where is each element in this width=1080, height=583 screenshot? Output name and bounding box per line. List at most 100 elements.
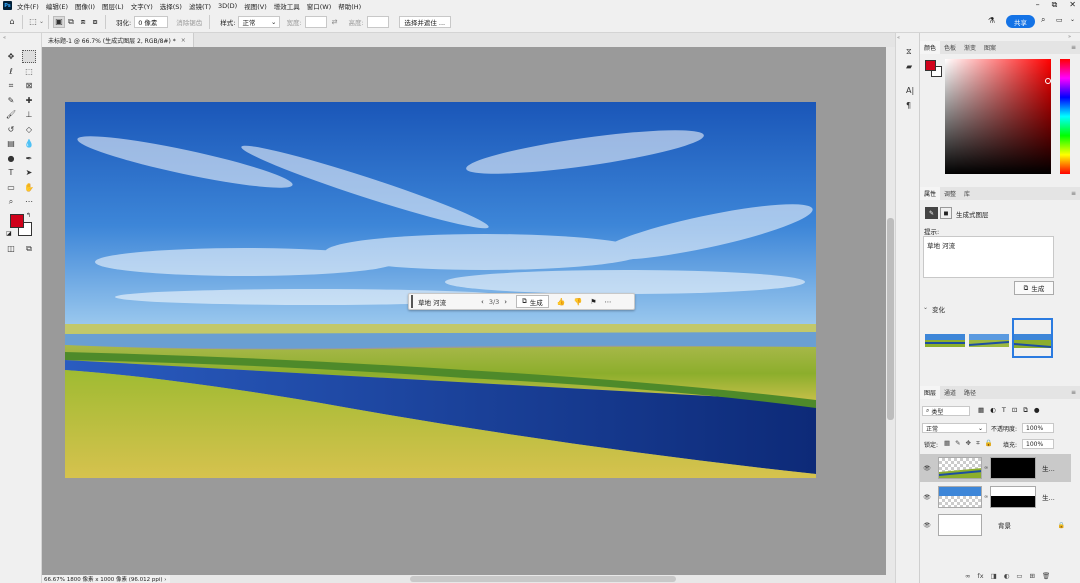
hue-slider[interactable]	[1060, 59, 1070, 174]
healing-brush-icon[interactable]: ✚	[22, 94, 36, 107]
lasso-tool-icon[interactable]: ℓ	[4, 65, 18, 78]
share-button[interactable]: 共享	[1006, 15, 1035, 28]
menu-plugins[interactable]: 增效工具	[274, 1, 300, 11]
new-layer-icon[interactable]: ⊞	[1030, 572, 1035, 580]
pen-tool-icon[interactable]: ✒	[22, 152, 36, 165]
thumbs-up-icon[interactable]: 👍	[557, 298, 566, 306]
link-icon[interactable]: ∞	[984, 465, 988, 471]
filter-toggle-icon[interactable]: ●	[1034, 406, 1040, 415]
height-input[interactable]	[366, 15, 389, 28]
layer-mask-thumbnail[interactable]	[990, 457, 1037, 479]
layer-row-background[interactable]: 👁 背景 🔒	[920, 511, 1071, 539]
photoshop-logo[interactable]: Ps	[3, 1, 12, 10]
subtract-selection-icon[interactable]: ⧈	[77, 16, 89, 28]
flag-icon[interactable]: ⚑	[590, 298, 596, 306]
swap-icon[interactable]: ⇄	[332, 18, 338, 26]
minimize-icon[interactable]: –	[1036, 0, 1040, 10]
color-picker-cursor[interactable]	[1045, 78, 1051, 84]
flask-icon[interactable]: ⚗	[988, 16, 995, 25]
eraser-icon[interactable]: ◇	[22, 123, 36, 136]
paragraph-icon[interactable]: ¶	[906, 101, 911, 110]
zoom-tool-icon[interactable]: ⌕	[4, 195, 18, 208]
menu-3d[interactable]: 3D(D)	[218, 2, 237, 10]
visibility-eye-icon[interactable]: 👁	[920, 465, 934, 472]
menu-edit[interactable]: 编辑(E)	[46, 1, 68, 11]
select-and-mask-button[interactable]: 选择并遮住 ...	[398, 15, 451, 28]
layer-row-generative-2[interactable]: 👁 ∞ 生...	[920, 454, 1071, 482]
path-select-icon[interactable]: ➤	[22, 166, 36, 179]
trash-icon[interactable]: 🗑	[1042, 572, 1050, 580]
tab-swatches[interactable]: 色板	[940, 43, 960, 52]
menu-layer[interactable]: 图层(L)	[102, 1, 124, 11]
thumbs-down-icon[interactable]: 👎	[573, 298, 582, 306]
foreground-color-swatch[interactable]	[10, 214, 24, 228]
lock-all-icon[interactable]: 🔒	[985, 439, 993, 448]
visibility-eye-icon[interactable]: 👁	[920, 494, 934, 501]
tab-paths[interactable]: 路径	[960, 388, 980, 397]
marquee-tool-preset-icon[interactable]: ⬚	[27, 16, 39, 28]
lock-position-icon[interactable]: ✥	[966, 439, 971, 448]
lock-artboard-icon[interactable]: ⌗	[976, 439, 980, 448]
layer-mask-thumbnail[interactable]	[990, 486, 1037, 508]
visibility-eye-icon[interactable]: 👁	[920, 522, 934, 529]
adjustment-icon[interactable]: ◐	[1004, 572, 1010, 580]
marquee-tool-icon[interactable]	[22, 50, 36, 63]
tab-properties[interactable]: 属性	[920, 187, 941, 200]
history-brush-icon[interactable]: ↺	[4, 123, 18, 136]
menu-view[interactable]: 视图(V)	[244, 1, 267, 11]
mask-icon[interactable]: ◨	[991, 572, 997, 580]
comments-icon[interactable]: ▰	[906, 62, 912, 71]
generate-button[interactable]: ⧉ 生成	[516, 295, 549, 308]
horizontal-scroll-thumb[interactable]	[410, 576, 676, 582]
gradient-tool-icon[interactable]: ▤	[4, 137, 18, 150]
tab-gradients[interactable]: 渐变	[960, 43, 980, 52]
image-canvas[interactable]	[65, 102, 816, 478]
prompt-input[interactable]: 草地 河流	[411, 295, 475, 308]
panel-menu-icon[interactable]: ≡	[1071, 389, 1076, 396]
menu-help[interactable]: 帮助(H)	[338, 1, 361, 11]
type-filter-icon[interactable]: T	[1002, 406, 1006, 415]
panel-menu-icon[interactable]: ≡	[1071, 190, 1076, 197]
feather-input[interactable]: 0 像素	[134, 15, 169, 28]
vertical-scroll-thumb[interactable]	[887, 218, 894, 420]
layer-filter-select[interactable]: ⌕ 类型	[922, 406, 970, 416]
adjustment-filter-icon[interactable]: ◐	[990, 406, 996, 415]
hand-tool-icon[interactable]: ✋	[22, 181, 36, 194]
lock-pixels-icon[interactable]: ✎	[955, 439, 960, 448]
folder-icon[interactable]: ▭	[1016, 572, 1022, 580]
menu-window[interactable]: 窗口(W)	[307, 1, 332, 11]
variation-thumbnail-3-selected[interactable]	[1012, 318, 1053, 358]
panel-menu-icon[interactable]: ≡	[1071, 44, 1076, 51]
style-select[interactable]: 正常 ⌄	[238, 15, 281, 28]
collapse-icon[interactable]: «	[3, 35, 6, 41]
lock-transparency-icon[interactable]: ▦	[944, 439, 950, 448]
antialias-checkbox-label[interactable]: 消除锯齿	[176, 17, 202, 27]
chevron-down-icon[interactable]: ⌄	[923, 304, 928, 311]
more-tools-icon[interactable]: ⋯	[22, 195, 36, 208]
move-tool-icon[interactable]: ✥	[4, 50, 18, 63]
blend-mode-select[interactable]: 正常 ⌄	[922, 423, 987, 433]
fx-icon[interactable]: fx	[977, 572, 983, 580]
menu-file[interactable]: 文件(F)	[17, 1, 39, 11]
tab-channels[interactable]: 通道	[940, 388, 960, 397]
chevron-down-icon[interactable]: ⌄	[39, 18, 44, 25]
rectangle-tool-icon[interactable]: ▭	[4, 181, 18, 194]
variation-thumbnail-1[interactable]	[925, 334, 965, 347]
panel-foreground-swatch[interactable]	[925, 60, 936, 71]
image-filter-icon[interactable]: ▦	[978, 406, 984, 415]
menu-image[interactable]: 图像(I)	[75, 1, 95, 11]
new-selection-icon[interactable]: ▣	[53, 15, 66, 28]
screen-mode-icon[interactable]: ⧉	[22, 242, 36, 255]
menu-select[interactable]: 选择(S)	[160, 1, 182, 11]
panel-generate-button[interactable]: ⧉ 生成	[1014, 281, 1054, 295]
quick-mask-icon[interactable]: ◫	[4, 242, 18, 255]
dodge-tool-icon[interactable]: ●	[4, 152, 18, 165]
stamp-tool-icon[interactable]: ⊥	[22, 108, 36, 121]
tab-adjustments[interactable]: 调整	[940, 189, 960, 198]
crop-tool-icon[interactable]: ⌗	[4, 79, 18, 92]
character-icon[interactable]: A|	[906, 86, 914, 95]
tab-color[interactable]: 颜色	[920, 41, 941, 54]
shape-filter-icon[interactable]: ⊡	[1012, 406, 1017, 415]
swap-colors-icon[interactable]: ↰	[26, 212, 31, 219]
mask-icon[interactable]: ◼	[940, 207, 952, 219]
